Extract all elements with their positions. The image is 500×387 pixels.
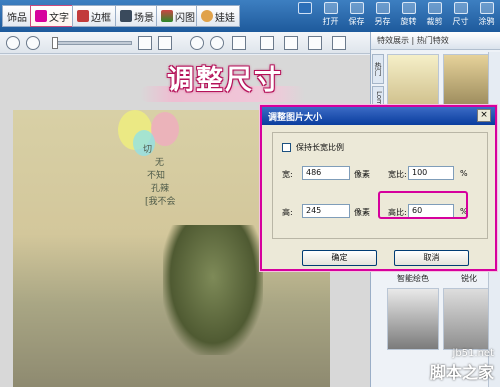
width-ratio-label: 宽比: (388, 170, 407, 179)
resize-dialog: 调整图片大小 × 保持长宽比例 宽: 486 像素 宽比: 100 % 高: 2… (260, 105, 497, 271)
width-unit: 像素 (354, 170, 370, 179)
handwriting: 切 无 不知 孔辣 [我不会 (143, 142, 176, 207)
zoom-slider[interactable] (52, 41, 132, 45)
watermark-site: 脚本之家 (429, 363, 494, 382)
crop-icon (427, 2, 442, 14)
rotate-label: 旋转 (400, 17, 417, 26)
watermark-url: jb51.net (452, 348, 494, 359)
cancel-button[interactable]: 取消 (394, 250, 469, 266)
tab-label: 饰品 (7, 12, 27, 24)
handwriting-line: [我不会 (145, 197, 176, 207)
flash-icon (161, 10, 173, 22)
girl-figure (163, 225, 263, 355)
ok-button[interactable]: 确定 (302, 250, 377, 266)
tool-icon[interactable] (308, 36, 322, 50)
save-as-icon (375, 2, 390, 14)
tool-icon[interactable] (332, 36, 346, 50)
frame-icon (77, 10, 89, 22)
tab-label: 闪图 (175, 12, 195, 24)
close-icon[interactable]: × (477, 109, 491, 122)
handwriting-line: 孔辣 (151, 184, 170, 194)
thumb-label: 智能绘色 (397, 274, 429, 283)
tab-label: 文字 (49, 12, 69, 24)
undo-icon[interactable] (190, 36, 204, 50)
balloon (151, 112, 179, 146)
keep-ratio-checkbox[interactable] (282, 143, 291, 152)
save-as-button[interactable]: 另存 (370, 2, 395, 30)
tab-text[interactable]: 文字 (30, 5, 74, 27)
height-ratio-highlight (378, 191, 468, 219)
overlay-title: 调整尺寸 (167, 65, 283, 96)
tab-scene[interactable]: 场景 (115, 5, 159, 27)
doodle-icon (479, 2, 494, 14)
tab-frame[interactable]: 边框 (72, 5, 116, 27)
save-label: 保存 (348, 17, 365, 26)
save-icon (349, 2, 364, 14)
fit-window-icon[interactable] (138, 36, 152, 50)
open-button[interactable]: 打开 (318, 2, 343, 30)
tab-accessories[interactable]: 饰品 (2, 5, 32, 27)
doodle-button[interactable]: 涂鸦 (474, 2, 499, 30)
crop-button[interactable]: 裁剪 (422, 2, 447, 30)
crop-label: 裁剪 (426, 17, 443, 26)
tab-label: 边框 (91, 12, 111, 24)
view-toolbar (0, 32, 370, 54)
actual-size-icon[interactable] (158, 36, 172, 50)
handwriting-line: 不知 (147, 171, 166, 181)
zoom-slider-handle[interactable] (52, 37, 58, 49)
tab-flash[interactable]: 闪图 (156, 5, 200, 27)
dialog-title: 调整图片大小 (262, 107, 495, 125)
rotate-icon (401, 2, 416, 14)
zoom-out-icon[interactable] (26, 36, 40, 50)
tool-icon[interactable] (260, 36, 274, 50)
doodle-label: 涂鸦 (478, 17, 495, 26)
tab-label: 娃娃 (215, 12, 235, 24)
width-ratio-unit: % (460, 169, 468, 178)
save-button[interactable]: 保存 (344, 2, 369, 30)
tab-label: 场景 (134, 12, 154, 24)
width-ratio-field[interactable]: 100 (408, 166, 454, 180)
height-label: 高: (282, 208, 293, 217)
handwriting-line: 无 (155, 158, 165, 168)
vertical-tab-hot[interactable]: 热门 (372, 54, 384, 84)
watermark: jb51.net 脚本之家 (430, 348, 494, 383)
redo-icon[interactable] (210, 36, 224, 50)
effects-panel-header[interactable]: 特效展示 | 热门特效 (371, 32, 500, 50)
rotate-button[interactable]: 旋转 (396, 2, 421, 30)
resize-icon (453, 2, 468, 14)
arrow-icon (297, 2, 312, 14)
height-field[interactable]: 245 (302, 204, 350, 218)
zoom-in-icon[interactable] (6, 36, 20, 50)
open-label: 打开 (322, 17, 339, 26)
tool-icon[interactable] (284, 36, 298, 50)
handwriting-line: 切 (143, 145, 153, 155)
main-toolbar: 饰品 文字 边框 场景 闪图 娃娃 打开 保存 另存 旋转 裁剪 尺寸 涂鸦 (0, 0, 500, 32)
keep-ratio-label: 保持长宽比例 (296, 143, 344, 152)
width-field[interactable]: 486 (302, 166, 350, 180)
scene-icon (120, 10, 132, 22)
compare-icon[interactable] (232, 36, 246, 50)
resize-button[interactable]: 尺寸 (448, 2, 473, 30)
text-icon (35, 10, 47, 22)
height-unit: 像素 (354, 208, 370, 217)
effect-thumbnail[interactable] (387, 288, 439, 350)
back-arrow-button[interactable] (292, 2, 317, 30)
resize-label: 尺寸 (452, 17, 469, 26)
tab-doll[interactable]: 娃娃 (196, 5, 240, 27)
save-as-label: 另存 (374, 17, 391, 26)
folder-icon (323, 2, 338, 14)
width-label: 宽: (282, 170, 293, 179)
doll-icon (201, 10, 213, 22)
